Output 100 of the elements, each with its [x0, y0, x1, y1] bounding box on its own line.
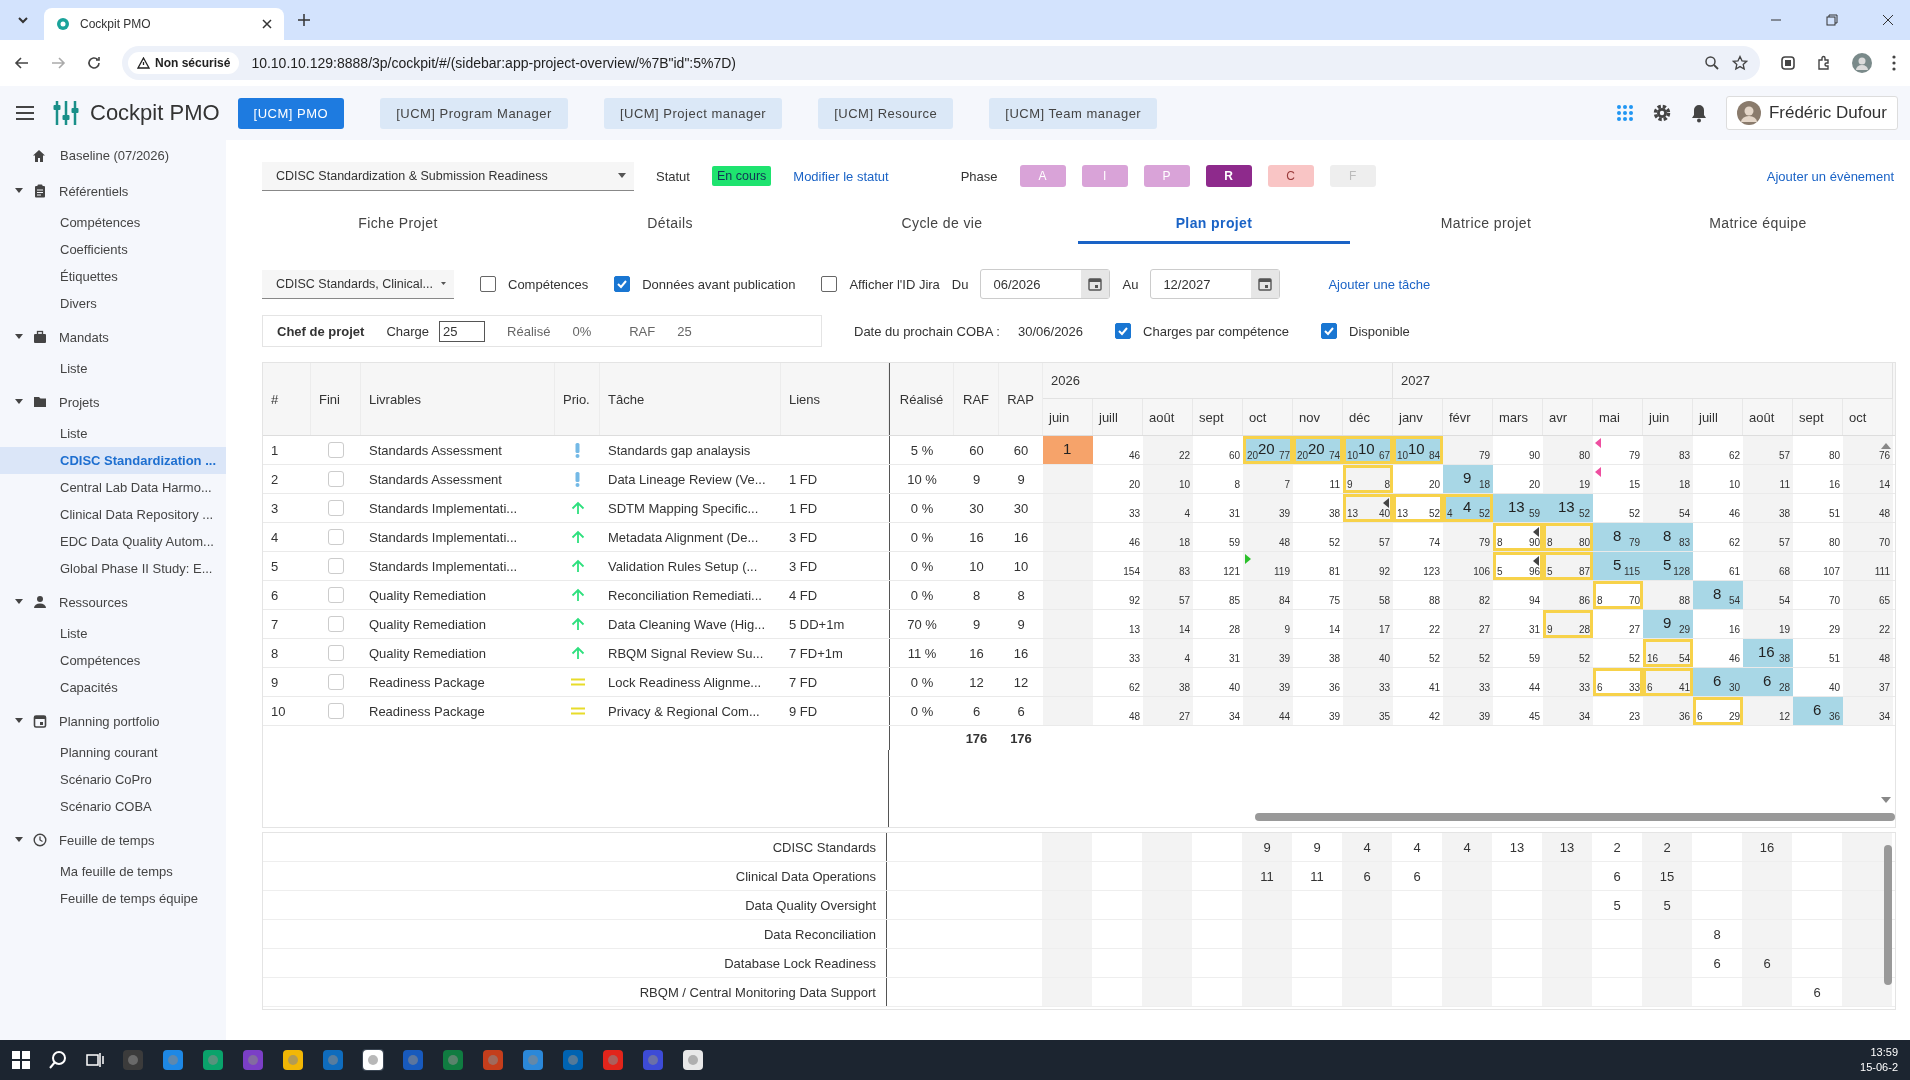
sidebar-item[interactable]: Central Lab Data Harmo...: [0, 474, 226, 501]
tab[interactable]: Détails: [534, 204, 806, 244]
caret-icon[interactable]: [15, 837, 23, 843]
date-field[interactable]: 06/2026: [980, 269, 1111, 299]
zoom-icon[interactable]: [1704, 55, 1720, 71]
puzzle-icon[interactable]: [1816, 55, 1832, 71]
browser-tab[interactable]: Cockpit PMO: [44, 8, 284, 40]
tab[interactable]: Plan projet: [1078, 204, 1350, 244]
sidebar-section[interactable]: Ressources: [33, 594, 128, 610]
search-icon[interactable]: [48, 1050, 68, 1070]
extension-icon[interactable]: [1780, 55, 1796, 71]
role-button[interactable]: [UCM] PMO: [237, 97, 345, 129]
deliverable-select[interactable]: CDISC Standards, Clinical...: [262, 269, 454, 299]
sidebar-item[interactable]: Ma feuille de temps: [0, 858, 226, 885]
task-view-icon[interactable]: [86, 1051, 104, 1069]
caret-icon[interactable]: [15, 334, 23, 340]
phase-chip[interactable]: R: [1205, 165, 1252, 187]
sidebar-item[interactable]: Scénario COBA: [0, 793, 226, 820]
charge-field[interactable]: 25: [439, 320, 486, 342]
project-select[interactable]: CDISC Standardization & Submission Readiness: [262, 161, 634, 191]
sidebar-item[interactable]: Global Phase II Study: E...: [0, 555, 226, 582]
column-header[interactable]: RAF: [954, 363, 999, 435]
role-button[interactable]: [UCM] Project manager: [603, 97, 783, 129]
column-header[interactable]: Tâche: [600, 363, 781, 435]
column-header[interactable]: Livrables: [361, 363, 555, 435]
security-chip[interactable]: Non sécurisé: [128, 52, 240, 74]
change-status-link[interactable]: Modifier le statut: [793, 168, 889, 184]
sidebar-item[interactable]: Feuille de temps équipe: [0, 885, 226, 912]
phase-chip[interactable]: C: [1267, 165, 1314, 187]
sidebar-item[interactable]: Liste: [0, 355, 226, 382]
caret-icon[interactable]: [15, 718, 23, 724]
back-icon[interactable]: [14, 55, 30, 71]
user-chip[interactable]: Frédéric Dufour: [1725, 96, 1898, 130]
column-header[interactable]: #: [263, 363, 311, 435]
profile-avatar[interactable]: [1852, 53, 1872, 73]
clock-date[interactable]: 15-06-2: [1860, 1060, 1898, 1075]
sidebar-item[interactable]: CDISC Standardization ...: [0, 447, 226, 474]
new-tab-icon[interactable]: [298, 14, 310, 26]
app-icon[interactable]: [282, 1049, 304, 1071]
settings-icon[interactable]: [1651, 103, 1672, 123]
checkbox[interactable]: [480, 276, 496, 292]
windows-icon[interactable]: [12, 1051, 30, 1069]
add-event-link[interactable]: Ajouter un évènement: [1766, 168, 1894, 184]
role-button[interactable]: [UCM] Team manager: [989, 97, 1158, 129]
scrollbar-thumb[interactable]: [1884, 845, 1892, 985]
sidebar-section[interactable]: Projets: [33, 394, 100, 410]
sidebar-section[interactable]: Planning portfolio: [33, 713, 160, 729]
sidebar-item[interactable]: Liste: [0, 620, 226, 647]
checkbox[interactable]: [821, 276, 838, 292]
address-field[interactable]: Non sécurisé 10.10.10.129:8888/3p/cockpit/#/(sidebar:app-project-overview/%7B"id":5%7D): [122, 46, 1760, 80]
role-button[interactable]: [UCM] Program Manager: [380, 97, 568, 129]
scrollbar-thumb[interactable]: [1255, 813, 1895, 821]
sidebar-item[interactable]: Baseline (07/2026): [0, 142, 226, 169]
sidebar-item[interactable]: Clinical Data Repository ...: [0, 501, 226, 528]
clock-time[interactable]: 13:59: [1870, 1045, 1898, 1060]
close-icon[interactable]: [262, 19, 272, 29]
sidebar-item[interactable]: Compétences: [0, 209, 226, 236]
star-icon[interactable]: [1732, 55, 1748, 71]
reload-icon[interactable]: [86, 55, 102, 71]
sidebar-item[interactable]: Étiquettes: [0, 263, 226, 290]
sidebar-item[interactable]: EDC Data Quality Autom...: [0, 528, 226, 555]
app-icon[interactable]: [362, 1049, 384, 1071]
column-header[interactable]: RAP: [999, 363, 1043, 435]
sidebar-item[interactable]: Coefficients: [0, 236, 226, 263]
close-icon[interactable]: [1882, 14, 1894, 26]
column-header[interactable]: Prio.: [555, 363, 600, 435]
column-header[interactable]: Réalisé: [889, 363, 954, 435]
column-header[interactable]: Fini: [311, 363, 361, 435]
restore-icon[interactable]: [1826, 14, 1838, 26]
menu-icon[interactable]: [1892, 55, 1896, 71]
tab[interactable]: Matrice équipe: [1622, 204, 1894, 244]
date-field[interactable]: 12/2027: [1150, 269, 1281, 299]
sidebar-item[interactable]: Scénario CoPro: [0, 766, 226, 793]
sidebar-section[interactable]: Feuille de temps: [33, 832, 155, 848]
calendar-icon[interactable]: [1258, 277, 1273, 291]
add-task-link[interactable]: Ajouter une tâche: [1328, 276, 1431, 292]
menu-icon[interactable]: [16, 106, 34, 120]
app-icon[interactable]: [682, 1049, 704, 1071]
caret-icon[interactable]: [15, 599, 23, 605]
tab[interactable]: Cycle de vie: [806, 204, 1078, 244]
sidebar-item[interactable]: Liste: [0, 420, 226, 447]
checkbox[interactable]: [614, 276, 631, 292]
sidebar-item[interactable]: Divers: [0, 290, 226, 317]
role-button[interactable]: [UCM] Resource: [818, 97, 954, 129]
scroll-down-icon[interactable]: [1881, 797, 1891, 803]
calendar-icon[interactable]: [1088, 277, 1103, 291]
scroll-up-icon[interactable]: [1881, 443, 1891, 449]
tab[interactable]: Fiche Projet: [262, 204, 534, 244]
sidebar-section[interactable]: Référentiels: [33, 183, 129, 199]
sidebar-item[interactable]: Planning courant: [0, 739, 226, 766]
apps-grid-icon[interactable]: [1615, 104, 1634, 122]
sidebar-item[interactable]: Capacités: [0, 674, 226, 701]
column-header[interactable]: Liens: [781, 363, 889, 435]
caret-icon[interactable]: [15, 188, 23, 194]
sidebar-section[interactable]: Mandats: [33, 329, 109, 345]
bell-icon[interactable]: [1689, 103, 1708, 123]
caret-icon[interactable]: [15, 399, 23, 405]
checkbox[interactable]: [1115, 323, 1132, 339]
sidebar-item[interactable]: Compétences: [0, 647, 226, 674]
tab[interactable]: Matrice projet: [1350, 204, 1622, 244]
